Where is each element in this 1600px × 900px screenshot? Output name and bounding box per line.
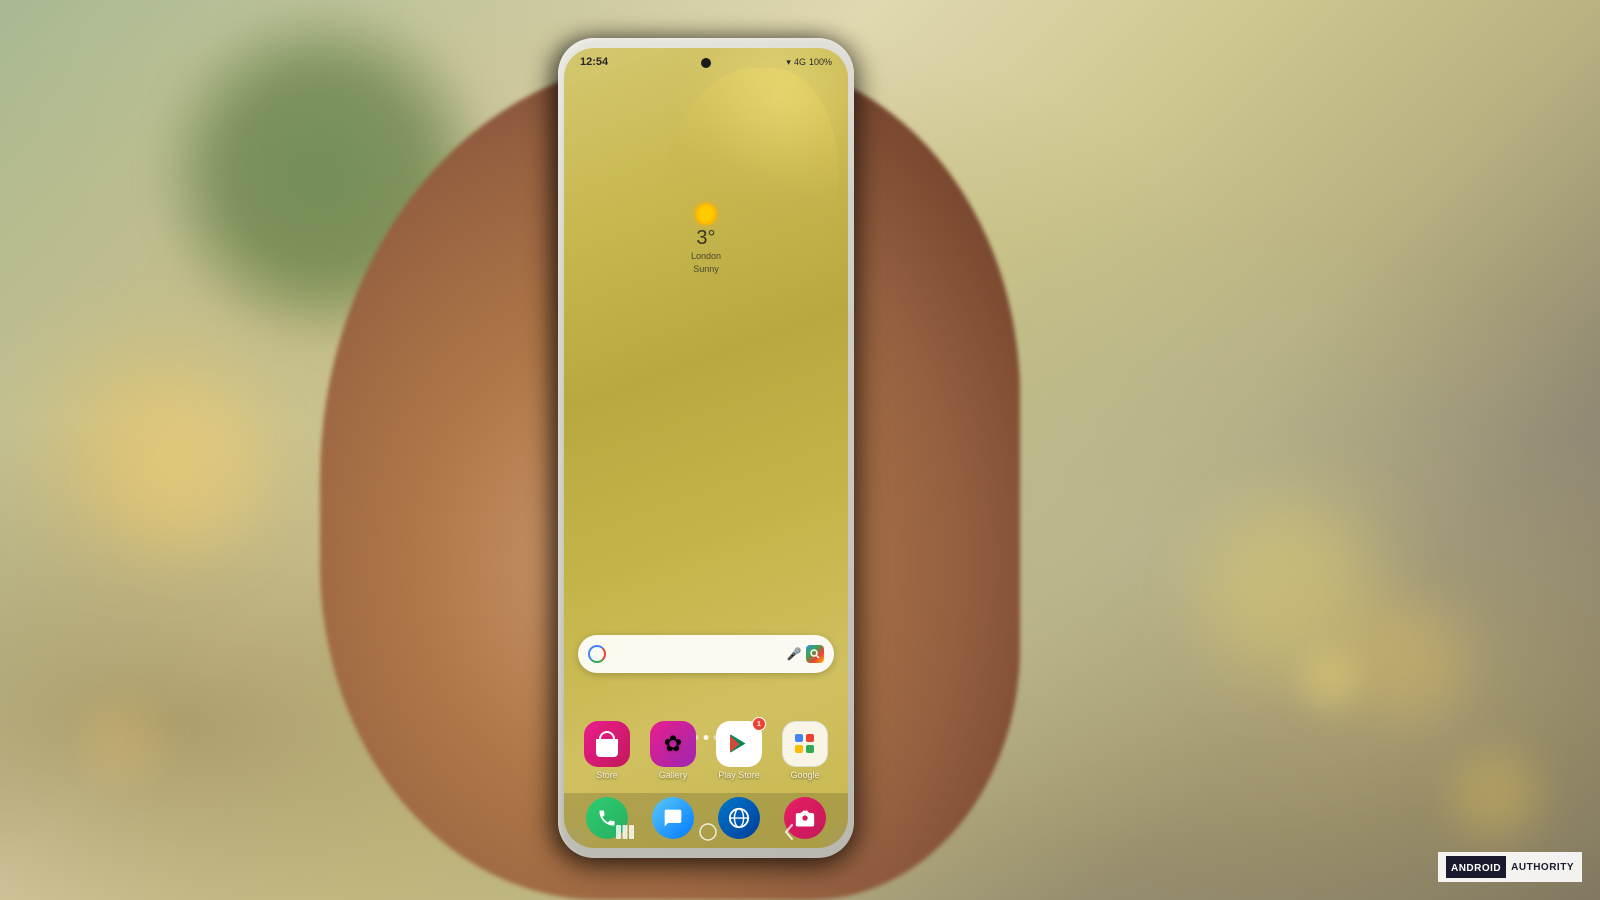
battery-icon: 100%: [809, 57, 832, 67]
camera-cutout: [701, 58, 711, 68]
play-store-svg: [727, 732, 751, 756]
badge-count: 1: [757, 721, 761, 728]
watermark-brand-boxed: ANDROID: [1451, 863, 1501, 874]
weather-temperature: 3°: [691, 227, 721, 250]
bag-shape: [596, 731, 618, 757]
home-button[interactable]: [699, 823, 717, 841]
google-dot-blue: [795, 734, 803, 742]
phone-body: 12:54 ▾ 4G 100% 3° London Sunny: [558, 38, 854, 858]
weather-widget: 3° London Sunny: [691, 203, 721, 275]
gallery-icon: ✿: [650, 721, 696, 767]
weather-city: London Sunny: [691, 250, 721, 275]
sun-icon: [695, 203, 717, 225]
wifi-icon: ▾: [786, 57, 791, 68]
app-play-store[interactable]: 1 Play Store: [716, 721, 762, 780]
google-dot-red: [806, 734, 814, 742]
store-icon: [584, 721, 630, 767]
app-store[interactable]: Store: [584, 721, 630, 780]
bokeh-light: [1450, 750, 1540, 840]
watermark: ANDROID AUTHORITY: [1438, 852, 1582, 882]
bokeh-light: [1350, 600, 1470, 720]
bokeh-light: [120, 400, 270, 550]
gallery-label: Gallery: [659, 770, 688, 780]
status-icons: ▾ 4G 100%: [786, 57, 832, 68]
app-gallery[interactable]: ✿ Gallery: [650, 721, 696, 780]
microphone-icon[interactable]: 🎤: [787, 647, 801, 661]
bokeh-light: [1300, 650, 1360, 710]
google-search-bar[interactable]: 🎤: [578, 635, 834, 673]
back-button[interactable]: [782, 823, 796, 841]
watermark-box: ANDROID: [1446, 856, 1506, 878]
store-label: Store: [596, 770, 618, 780]
google-logo: [588, 645, 606, 663]
phone-screen[interactable]: 12:54 ▾ 4G 100% 3° London Sunny: [564, 48, 848, 848]
play-store-icon: 1: [716, 721, 762, 767]
play-store-label: Play Store: [718, 770, 760, 780]
google-dot-yellow: [795, 745, 803, 753]
google-dot-green: [806, 745, 814, 753]
google-label: Google: [790, 770, 819, 780]
recent-apps-button[interactable]: [616, 825, 634, 839]
notification-badge: 1: [752, 717, 766, 731]
flower-icon: ✿: [664, 731, 682, 757]
bokeh-light: [80, 700, 160, 780]
apps-grid: Store ✿ Gallery: [574, 721, 838, 788]
google-lens-icon[interactable]: [806, 645, 824, 663]
navigation-bar: [564, 816, 848, 848]
signal-icon: 4G: [794, 57, 806, 67]
apps-row: Store ✿ Gallery: [574, 721, 838, 780]
google-icon: [782, 721, 828, 767]
watermark-brand: AUTHORITY: [1511, 862, 1574, 873]
status-time: 12:54: [580, 56, 608, 68]
phone-device: 12:54 ▾ 4G 100% 3° London Sunny: [558, 38, 854, 858]
google-grid-icon: [795, 734, 815, 754]
bag-handle: [599, 731, 615, 739]
app-google[interactable]: Google: [782, 721, 828, 780]
bag-body: [596, 739, 618, 757]
